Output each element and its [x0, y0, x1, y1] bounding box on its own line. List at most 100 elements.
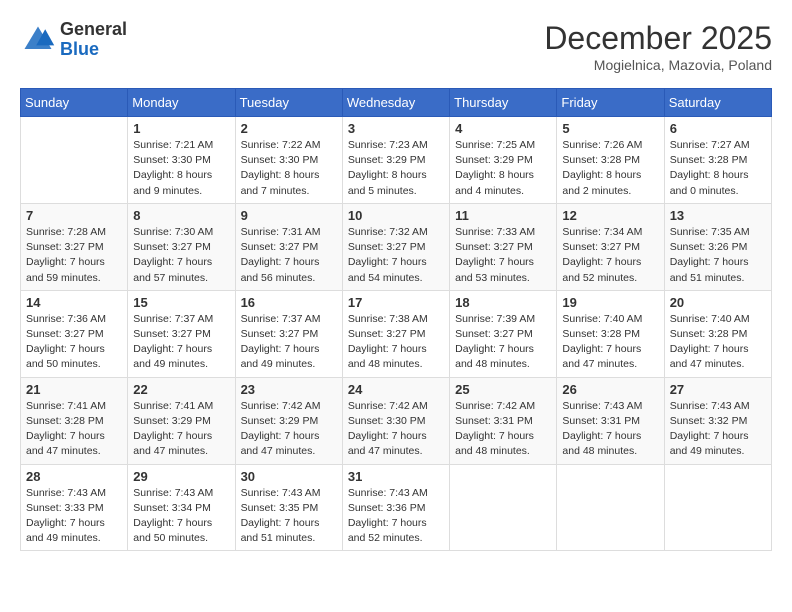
- calendar-cell: 29Sunrise: 7:43 AMSunset: 3:34 PMDayligh…: [128, 464, 235, 551]
- day-info: Sunrise: 7:37 AMSunset: 3:27 PMDaylight:…: [241, 312, 337, 373]
- day-number: 3: [348, 121, 444, 136]
- weekday-header-tuesday: Tuesday: [235, 89, 342, 117]
- calendar-table: SundayMondayTuesdayWednesdayThursdayFrid…: [20, 88, 772, 551]
- day-info: Sunrise: 7:36 AMSunset: 3:27 PMDaylight:…: [26, 312, 122, 373]
- weekday-header-thursday: Thursday: [450, 89, 557, 117]
- day-info: Sunrise: 7:26 AMSunset: 3:28 PMDaylight:…: [562, 138, 658, 199]
- day-number: 31: [348, 469, 444, 484]
- day-info: Sunrise: 7:37 AMSunset: 3:27 PMDaylight:…: [133, 312, 229, 373]
- day-info: Sunrise: 7:42 AMSunset: 3:30 PMDaylight:…: [348, 399, 444, 460]
- calendar-cell: 13Sunrise: 7:35 AMSunset: 3:26 PMDayligh…: [664, 203, 771, 290]
- calendar-cell: 30 Sunrise: 7:43 AMSunset: 3:35 PMDayligh…: [235, 464, 342, 551]
- calendar-cell: 10 Sunrise: 7:32 AMSunset: 3:27 PMDayligh…: [342, 203, 449, 290]
- day-info: Sunrise: 7:43 AMSunset: 3:32 PMDaylight:…: [670, 399, 766, 460]
- calendar-cell: [450, 464, 557, 551]
- day-number: 16: [241, 295, 337, 310]
- calendar-cell: 26 Sunrise: 7:43 AMSunset: 3:31 PMDayligh…: [557, 377, 664, 464]
- title-section: December 2025 Mogielnica, Mazovia, Polan…: [544, 20, 772, 73]
- day-info: Sunrise: 7:27 AMSunset: 3:28 PMDaylight:…: [670, 138, 766, 199]
- day-number: 9: [241, 208, 337, 223]
- day-info: Sunrise: 7:35 AMSunset: 3:26 PMDaylight:…: [670, 225, 766, 286]
- calendar-cell: 4 Sunrise: 7:25 AMSunset: 3:29 PMDaylight…: [450, 117, 557, 204]
- day-number: 12: [562, 208, 658, 223]
- day-number: 27: [670, 382, 766, 397]
- calendar-cell: 24 Sunrise: 7:42 AMSunset: 3:30 PMDayligh…: [342, 377, 449, 464]
- calendar-week-5: 28 Sunrise: 7:43 AMSunset: 3:33 PMDayligh…: [21, 464, 772, 551]
- day-number: 18: [455, 295, 551, 310]
- calendar-cell: 17Sunrise: 7:38 AMSunset: 3:27 PMDayligh…: [342, 290, 449, 377]
- day-info: Sunrise: 7:39 AMSunset: 3:27 PMDaylight:…: [455, 312, 551, 373]
- calendar-cell: 25 Sunrise: 7:42 AMSunset: 3:31 PMDayligh…: [450, 377, 557, 464]
- day-number: 2: [241, 121, 337, 136]
- day-info: Sunrise: 7:42 AMSunset: 3:29 PMDaylight:…: [241, 399, 337, 460]
- day-info: Sunrise: 7:22 AMSunset: 3:30 PMDaylight:…: [241, 138, 337, 199]
- day-number: 17: [348, 295, 444, 310]
- page-header: General Blue December 2025 Mogielnica, M…: [20, 20, 772, 73]
- day-number: 25: [455, 382, 551, 397]
- calendar-week-4: 21 Sunrise: 7:41 AMSunset: 3:28 PMDayligh…: [21, 377, 772, 464]
- day-info: Sunrise: 7:33 AMSunset: 3:27 PMDaylight:…: [455, 225, 551, 286]
- weekday-header-friday: Friday: [557, 89, 664, 117]
- day-info: Sunrise: 7:43 AMSunset: 3:35 PMDaylight:…: [241, 486, 337, 547]
- calendar-week-3: 14Sunrise: 7:36 AMSunset: 3:27 PMDayligh…: [21, 290, 772, 377]
- day-number: 6: [670, 121, 766, 136]
- day-number: 23: [241, 382, 337, 397]
- day-info: Sunrise: 7:43 AMSunset: 3:31 PMDaylight:…: [562, 399, 658, 460]
- page-subtitle: Mogielnica, Mazovia, Poland: [544, 57, 772, 73]
- calendar-cell: [557, 464, 664, 551]
- weekday-header-saturday: Saturday: [664, 89, 771, 117]
- logo-general: General: [60, 20, 127, 40]
- day-number: 20: [670, 295, 766, 310]
- day-info: Sunrise: 7:41 AMSunset: 3:28 PMDaylight:…: [26, 399, 122, 460]
- day-number: 22: [133, 382, 229, 397]
- day-info: Sunrise: 7:41 AMSunset: 3:29 PMDaylight:…: [133, 399, 229, 460]
- calendar-week-2: 7Sunrise: 7:28 AMSunset: 3:27 PMDaylight…: [21, 203, 772, 290]
- logo: General Blue: [20, 20, 127, 60]
- calendar-cell: 14Sunrise: 7:36 AMSunset: 3:27 PMDayligh…: [21, 290, 128, 377]
- page-title: December 2025: [544, 20, 772, 57]
- calendar-cell: 22 Sunrise: 7:41 AMSunset: 3:29 PMDayligh…: [128, 377, 235, 464]
- day-number: 8: [133, 208, 229, 223]
- logo-text: General Blue: [60, 20, 127, 60]
- calendar-cell: 27 Sunrise: 7:43 AMSunset: 3:32 PMDayligh…: [664, 377, 771, 464]
- weekday-header-sunday: Sunday: [21, 89, 128, 117]
- day-number: 11: [455, 208, 551, 223]
- calendar-cell: 23 Sunrise: 7:42 AMSunset: 3:29 PMDayligh…: [235, 377, 342, 464]
- day-info: Sunrise: 7:42 AMSunset: 3:31 PMDaylight:…: [455, 399, 551, 460]
- day-info: Sunrise: 7:25 AMSunset: 3:29 PMDaylight:…: [455, 138, 551, 199]
- calendar-cell: 31 Sunrise: 7:43 AMSunset: 3:36 PMDayligh…: [342, 464, 449, 551]
- day-number: 28: [26, 469, 122, 484]
- day-number: 5: [562, 121, 658, 136]
- weekday-header-monday: Monday: [128, 89, 235, 117]
- calendar-cell: 5 Sunrise: 7:26 AMSunset: 3:28 PMDaylight…: [557, 117, 664, 204]
- logo-blue: Blue: [60, 40, 127, 60]
- day-info: Sunrise: 7:43 AMSunset: 3:36 PMDaylight:…: [348, 486, 444, 547]
- day-number: 10: [348, 208, 444, 223]
- calendar-cell: 15 Sunrise: 7:37 AMSunset: 3:27 PMDayligh…: [128, 290, 235, 377]
- calendar-cell: 19Sunrise: 7:40 AMSunset: 3:28 PMDayligh…: [557, 290, 664, 377]
- calendar-cell: 2 Sunrise: 7:22 AMSunset: 3:30 PMDaylight…: [235, 117, 342, 204]
- day-info: Sunrise: 7:43 AMSunset: 3:33 PMDaylight:…: [26, 486, 122, 547]
- calendar-cell: 12 Sunrise: 7:34 AMSunset: 3:27 PMDayligh…: [557, 203, 664, 290]
- calendar-cell: 21 Sunrise: 7:41 AMSunset: 3:28 PMDayligh…: [21, 377, 128, 464]
- day-number: 24: [348, 382, 444, 397]
- day-number: 21: [26, 382, 122, 397]
- day-info: Sunrise: 7:43 AMSunset: 3:34 PMDaylight:…: [133, 486, 229, 547]
- day-number: 15: [133, 295, 229, 310]
- calendar-cell: 8Sunrise: 7:30 AMSunset: 3:27 PMDaylight…: [128, 203, 235, 290]
- day-number: 26: [562, 382, 658, 397]
- calendar-cell: 28 Sunrise: 7:43 AMSunset: 3:33 PMDayligh…: [21, 464, 128, 551]
- day-number: 30: [241, 469, 337, 484]
- day-info: Sunrise: 7:32 AMSunset: 3:27 PMDaylight:…: [348, 225, 444, 286]
- calendar-cell: 18 Sunrise: 7:39 AMSunset: 3:27 PMDayligh…: [450, 290, 557, 377]
- calendar-cell: [664, 464, 771, 551]
- calendar-cell: 16 Sunrise: 7:37 AMSunset: 3:27 PMDayligh…: [235, 290, 342, 377]
- day-info: Sunrise: 7:28 AMSunset: 3:27 PMDaylight:…: [26, 225, 122, 286]
- weekday-header-row: SundayMondayTuesdayWednesdayThursdayFrid…: [21, 89, 772, 117]
- day-info: Sunrise: 7:34 AMSunset: 3:27 PMDaylight:…: [562, 225, 658, 286]
- calendar-cell: 9Sunrise: 7:31 AMSunset: 3:27 PMDaylight…: [235, 203, 342, 290]
- day-number: 4: [455, 121, 551, 136]
- calendar-cell: 7Sunrise: 7:28 AMSunset: 3:27 PMDaylight…: [21, 203, 128, 290]
- calendar-cell: [21, 117, 128, 204]
- weekday-header-wednesday: Wednesday: [342, 89, 449, 117]
